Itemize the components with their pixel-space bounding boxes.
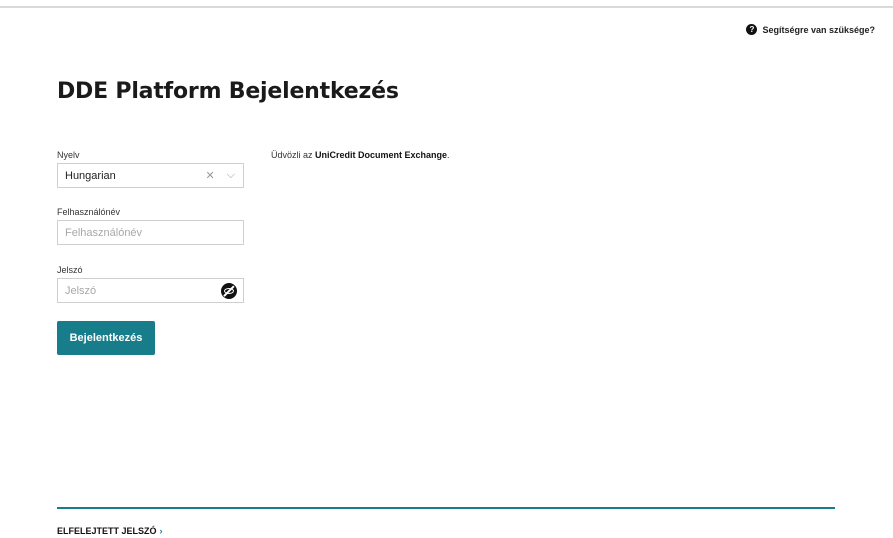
language-value: Hungarian [65, 170, 116, 182]
top-divider [0, 6, 893, 8]
login-button[interactable]: Bejelentkezés [57, 321, 155, 355]
clear-icon[interactable]: ✕ [205, 169, 214, 182]
help-label: Segítségre van szüksége? [762, 24, 875, 35]
language-select[interactable]: Hungarian ✕ ⌵ [57, 163, 244, 188]
welcome-prefix: Üdvözli az [271, 150, 316, 160]
page-title: DDE Platform Bejelentkezés [57, 79, 399, 104]
welcome-brand: UniCredit Document Exchange [315, 150, 448, 160]
password-label: Jelszó [57, 265, 83, 275]
toggle-password-visibility-icon[interactable] [221, 283, 237, 299]
password-placeholder: Jelszó [65, 285, 97, 297]
forgot-password-link[interactable]: ELFELEJTETT JELSZÓ › [57, 526, 163, 536]
help-icon: ? [746, 24, 758, 35]
chevron-right-icon: › [159, 526, 163, 536]
username-placeholder: Felhasználónév [65, 227, 143, 239]
welcome-text: Üdvözli az UniCredit Document Exchange. [271, 150, 450, 160]
username-label: Felhasználónév [57, 207, 121, 217]
footer-divider [57, 507, 835, 509]
help-link[interactable]: ? Segítségre van szüksége? [746, 24, 875, 35]
chevron-down-icon[interactable]: ⌵ [227, 169, 235, 182]
forgot-password-label: ELFELEJTETT JELSZÓ [57, 526, 157, 536]
username-field[interactable]: Felhasználónév [57, 220, 244, 245]
password-field[interactable]: Jelszó [57, 278, 244, 303]
language-label: Nyelv [57, 150, 80, 160]
welcome-suffix: . [447, 150, 450, 160]
